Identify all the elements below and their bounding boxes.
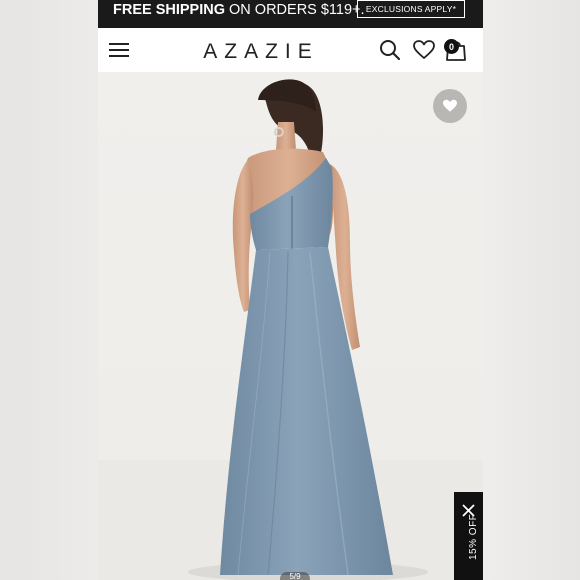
phone-screen: FREE SHIPPING ON ORDERS $119+. EXCLUSION… [98,0,483,580]
photo-backdrop-right [483,0,580,580]
discount-tab[interactable]: 15% OFF [454,492,483,580]
image-pager: 5/9 [280,572,310,580]
search-icon[interactable] [379,39,401,61]
product-image[interactable] [98,72,483,580]
wishlist-button[interactable] [433,89,467,123]
model-in-dress-illustration [98,79,483,580]
menu-icon[interactable] [109,41,131,59]
exclusions-apply-button[interactable]: EXCLUSIONS APPLY* [357,0,465,18]
heart-icon[interactable] [413,40,435,60]
brand-logo[interactable]: AZAZIE [191,40,331,64]
discount-label: 15% OFF [468,513,479,560]
site-header: AZAZIE 0 [98,28,483,72]
promo-detail: ON ORDERS $119+. [225,2,365,18]
heart-icon [443,99,457,112]
promo-highlight: FREE SHIPPING [113,2,225,18]
promo-bar[interactable]: FREE SHIPPING ON ORDERS $119+. EXCLUSION… [98,0,483,28]
cart-count-badge: 0 [444,39,459,54]
promo-text: FREE SHIPPING ON ORDERS $119+. [113,2,365,18]
photo-backdrop-left [0,0,98,580]
